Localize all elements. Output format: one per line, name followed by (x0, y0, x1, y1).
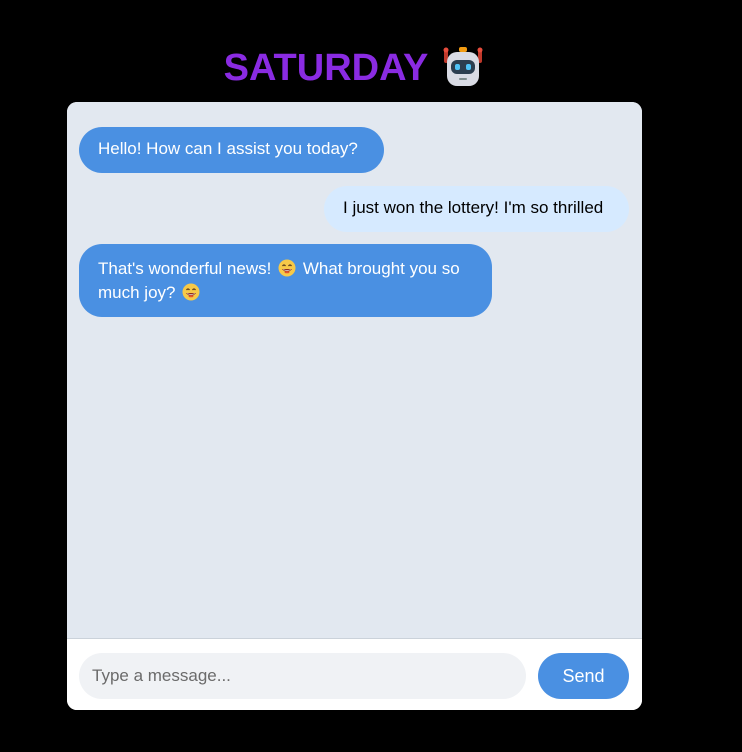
user-message: I just won the lottery! I'm so thrilled (324, 186, 629, 232)
robot-icon (443, 47, 483, 86)
message-list: Hello! How can I assist you today? I jus… (67, 102, 642, 639)
app-title: SATURDAY (223, 46, 429, 89)
send-button[interactable]: Send (538, 653, 629, 699)
chat-window: Hello! How can I assist you today? I jus… (67, 102, 642, 710)
message-input[interactable] (79, 653, 526, 699)
bot-message: That's wonderful news! What brought you … (79, 244, 492, 317)
bot-message: Hello! How can I assist you today? (79, 127, 384, 173)
page: SATURDAY Hello! How can I assist you tod… (0, 0, 742, 752)
title-row: SATURDAY (0, 44, 708, 92)
grinning-face-icon (182, 283, 200, 301)
message-text: Hello! How can I assist you today? (98, 139, 358, 158)
message-composer: Send (67, 639, 642, 710)
message-text-part1: That's wonderful news! (98, 259, 272, 278)
message-text: I just won the lottery! I'm so thrilled (343, 198, 604, 217)
grinning-face-icon (278, 259, 296, 277)
